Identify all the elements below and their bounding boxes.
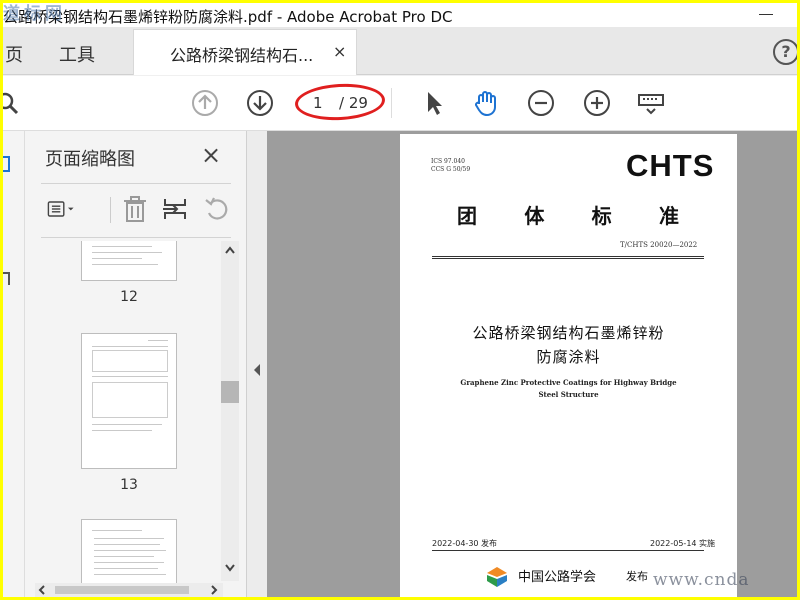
page-number-field[interactable]: 1 / 29: [294, 81, 386, 123]
ics-code: ICS 97.040: [431, 158, 465, 165]
organization-logo-icon: [487, 567, 507, 587]
minimize-button[interactable]: [759, 14, 773, 15]
tool-divider: [110, 197, 111, 223]
panel-collapse-strip: [247, 131, 267, 597]
window-title: 公路桥梁钢结构石墨烯锌粉防腐涂料.pdf - Adobe Acrobat Pro…: [3, 8, 453, 26]
tab-document[interactable]: 公路桥梁钢结构石... ×: [133, 29, 357, 75]
thumbnail-list: 12 13: [25, 241, 247, 585]
acrobat-window: 公路桥梁钢结构石墨烯锌粉防腐涂料.pdf - Adobe Acrobat Pro…: [3, 3, 797, 597]
title-en-line2: Steel Structure: [538, 390, 599, 399]
page-up-icon[interactable]: [191, 89, 219, 117]
header-char: 体: [524, 204, 545, 228]
organization-name: 中国公路学会: [518, 570, 597, 585]
title-bar: 公路桥梁钢结构石墨烯锌粉防腐涂料.pdf - Adobe Acrobat Pro…: [3, 3, 797, 27]
document-meta: ICS 97.040 CCS G 50/59: [431, 158, 470, 174]
select-cursor-icon[interactable]: [420, 89, 448, 117]
thumbnail-page-12[interactable]: [81, 241, 177, 281]
standard-header: 团 体 标 准: [457, 200, 679, 229]
thumbnail-label: 13: [120, 477, 138, 493]
thumbnail-horizontal-scrollbar[interactable]: [35, 583, 223, 597]
thumbnail-panel: 页面缩略图 × 12 13: [25, 131, 247, 597]
zoom-in-icon[interactable]: [583, 89, 611, 117]
watermark-top: 道标网: [3, 4, 66, 24]
scrollbar-thumb[interactable]: [221, 381, 239, 403]
header-char: 准: [658, 204, 679, 228]
thumb-table: [92, 382, 168, 418]
title-cn-line1: 公路桥梁钢结构石墨烯锌粉: [472, 324, 665, 342]
title-en-line1: Graphene Zinc Protective Coatings for Hi…: [460, 378, 677, 387]
brand-mark: CHTS: [626, 148, 715, 183]
rotate-page-icon[interactable]: [203, 195, 231, 223]
search-icon[interactable]: [3, 89, 23, 117]
page-down-icon[interactable]: [246, 89, 274, 117]
horizontal-scrollbar-thumb[interactable]: [55, 586, 189, 594]
scroll-right-icon[interactable]: [209, 585, 219, 595]
ccs-code: CCS G 50/59: [431, 166, 471, 173]
panel-divider: [41, 183, 231, 184]
title-cn-line2: 防腐涂料: [536, 348, 601, 366]
thumbnail-vertical-scrollbar[interactable]: [221, 241, 239, 581]
thumbnail-page-13[interactable]: [81, 333, 177, 469]
tab-home[interactable]: 页: [5, 41, 23, 67]
hand-tool-icon[interactable]: [472, 89, 500, 117]
navigation-strip: [3, 131, 25, 597]
delete-page-icon[interactable]: [121, 195, 149, 223]
toolbar-divider: [391, 88, 392, 118]
panel-divider-2: [41, 237, 231, 238]
publish-word: 发布: [626, 570, 648, 583]
toolbar: 1 / 29: [3, 76, 797, 131]
page-options-icon[interactable]: [47, 195, 75, 223]
tab-tools[interactable]: 工具: [59, 41, 95, 67]
header-char: 团: [457, 204, 477, 228]
standard-code: T/CHTS 20020—2022: [620, 241, 698, 249]
scroll-down-icon[interactable]: [224, 563, 236, 573]
help-button[interactable]: ?: [773, 39, 797, 65]
keyboard-icon[interactable]: [637, 89, 665, 117]
thumbnail-page-14[interactable]: [81, 519, 177, 585]
close-tab-button[interactable]: ×: [333, 42, 346, 61]
document-view[interactable]: ICS 97.040 CCS G 50/59 CHTS 团 体 标 准 T/CH…: [267, 131, 797, 597]
thumb-table: [92, 350, 168, 372]
header-rule: [432, 256, 704, 257]
zoom-out-icon[interactable]: [527, 89, 555, 117]
collapse-panel-icon[interactable]: [253, 363, 261, 377]
scroll-left-icon[interactable]: [37, 585, 47, 595]
bookmarks-icon[interactable]: [3, 271, 13, 287]
pdf-page: ICS 97.040 CCS G 50/59 CHTS 团 体 标 准 T/CH…: [400, 134, 737, 597]
tab-bar: 页 工具 公路桥梁钢结构石... × ?: [3, 27, 797, 75]
red-annotation-oval: [294, 81, 386, 123]
page-thumbnails-icon[interactable]: [3, 155, 13, 175]
document-tab-label: 公路桥梁钢结构石...: [170, 46, 314, 65]
footer-rule: [432, 550, 704, 551]
watermark-bottom: www.cnda: [653, 570, 750, 590]
scroll-up-icon[interactable]: [224, 245, 236, 255]
release-date: 2022-04-30 发布: [432, 539, 498, 548]
thumbnail-label: 12: [120, 289, 138, 305]
header-rule: [432, 258, 704, 259]
panel-close-button[interactable]: ×: [201, 141, 221, 169]
effective-date: 2022-05-14 实施: [650, 539, 716, 548]
header-char: 标: [591, 204, 612, 228]
insert-page-icon[interactable]: [161, 195, 189, 223]
panel-title: 页面缩略图: [45, 149, 135, 170]
